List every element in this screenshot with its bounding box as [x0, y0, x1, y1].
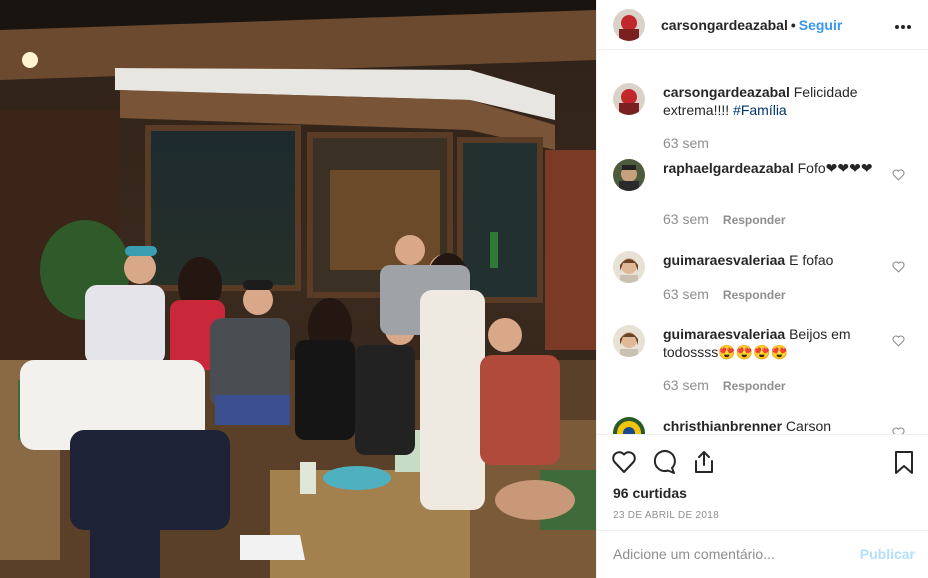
post-photo[interactable] [0, 0, 596, 578]
commenter-avatar[interactable] [613, 251, 645, 283]
caption-time[interactable]: 63 sem [663, 135, 709, 151]
comment-like-heart-icon[interactable] [892, 169, 905, 181]
reply-button[interactable]: Responder [723, 379, 786, 393]
comment-composer: Publicar [597, 530, 928, 578]
publish-button[interactable]: Publicar [860, 546, 915, 562]
commenter-avatar[interactable] [613, 159, 645, 191]
comment-time[interactable]: 63 sem [663, 211, 709, 227]
author-avatar[interactable] [613, 83, 645, 115]
share-icon[interactable] [691, 449, 717, 475]
author-username[interactable]: carsongardeazabal [661, 17, 788, 33]
comment-text: christhianbrenner Carson [663, 417, 885, 434]
comment-input[interactable] [613, 546, 843, 562]
caption-time-label[interactable]: 63 sem [663, 135, 709, 151]
commenter-avatar[interactable] [613, 417, 645, 434]
post-header: carsongardeazabal • Seguir [597, 0, 928, 50]
comment-body: Carson [785, 418, 832, 434]
comment-username[interactable]: guimaraesvaleriaa [663, 326, 785, 342]
heart-icon[interactable] [611, 449, 637, 475]
caption-text: carsongardeazabal Felicidade extrema!!!!… [663, 83, 885, 119]
comment-like-heart-icon[interactable] [892, 335, 905, 347]
comment-username[interactable]: guimaraesvaleriaa [663, 252, 785, 268]
bookmark-icon[interactable] [891, 449, 917, 475]
comment-body: Fofo❤❤❤❤ [797, 160, 873, 176]
comment-like-heart-icon[interactable] [892, 427, 905, 434]
comment-body: E fofao [789, 252, 834, 268]
follow-button[interactable]: Seguir [799, 17, 843, 33]
group-photo-image [0, 0, 596, 578]
comments-list[interactable]: carsongardeazabal Felicidade extrema!!!!… [597, 61, 928, 434]
post-sidebar: carsongardeazabal • Seguir carsongardeazab… [596, 0, 928, 578]
comment-username[interactable]: raphaelgardeazabal [663, 160, 794, 176]
post-date[interactable]: 23 DE ABRIL DE 2018 [613, 510, 719, 521]
comment-time[interactable]: 63 sem [663, 377, 709, 393]
reply-button[interactable]: Responder [723, 288, 786, 302]
comment-text: guimaraesvaleriaa Beijos em todossss😍😍😍😍 [663, 325, 885, 361]
comment-meta: 63 sem Responder [663, 211, 786, 227]
comment-username[interactable]: christhianbrenner [663, 418, 782, 434]
comment-time[interactable]: 63 sem [663, 286, 709, 302]
author-avatar[interactable] [613, 9, 645, 41]
commenter-avatar[interactable] [613, 325, 645, 357]
caption-username[interactable]: carsongardeazabal [663, 84, 790, 100]
comment-text: raphaelgardeazabal Fofo❤❤❤❤ [663, 159, 885, 177]
post-actions: 96 curtidas 23 DE ABRIL DE 2018 [597, 434, 928, 530]
hashtag-link[interactable]: #Família [733, 102, 787, 118]
author-line: carsongardeazabal • Seguir [661, 17, 842, 33]
likes-count[interactable]: 96 curtidas [613, 485, 687, 501]
comment-like-heart-icon[interactable] [892, 261, 905, 273]
reply-button[interactable]: Responder [723, 213, 786, 227]
comment-text: guimaraesvaleriaa E fofao [663, 251, 885, 269]
comment-meta: 63 sem Responder [663, 377, 786, 393]
more-options-icon[interactable] [895, 16, 915, 32]
comment-meta: 63 sem Responder [663, 286, 786, 302]
comment-icon[interactable] [651, 449, 677, 475]
separator-dot: • [790, 17, 796, 33]
